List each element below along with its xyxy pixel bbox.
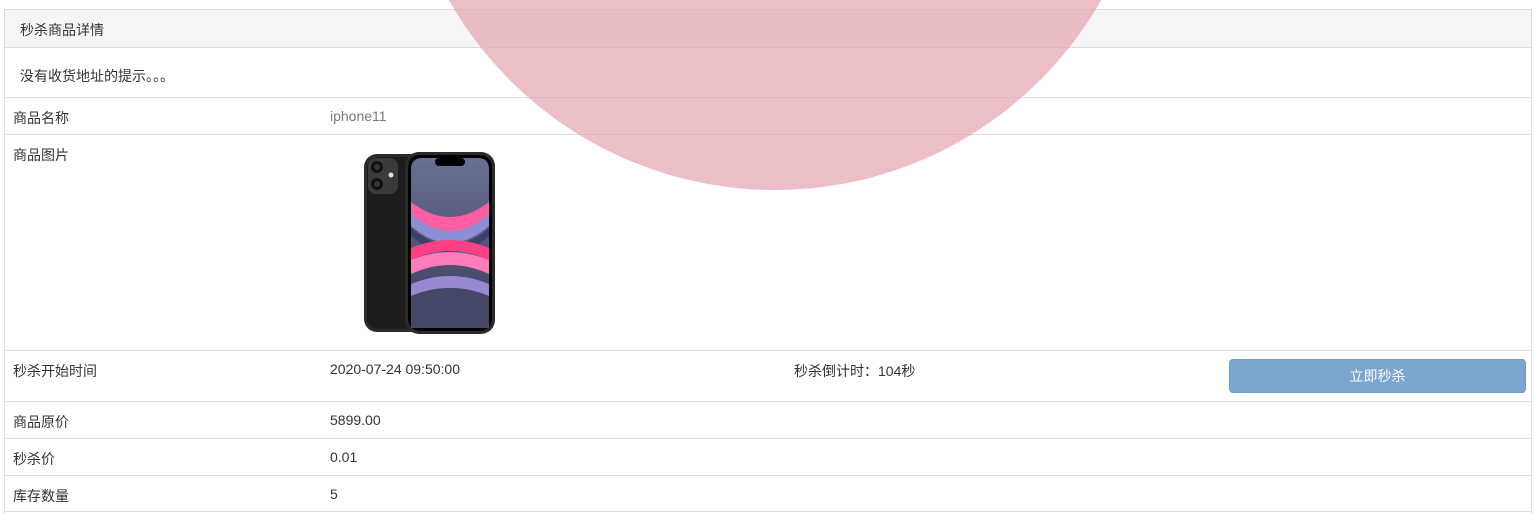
countdown-text: 秒杀倒计时：104秒 [794, 363, 916, 379]
table-row-seckill-price: 秒杀价 0.01 [5, 439, 1531, 476]
seckill-price-value: 0.01 [330, 449, 358, 465]
stock-value: 5 [330, 486, 338, 502]
table-row-original-price: 商品原价 5899.00 [5, 402, 1531, 439]
start-time-value: 2020-07-24 09:50:00 [330, 361, 460, 377]
goods-name-value: iphone11 [330, 108, 387, 124]
table-row-name: 商品名称 iphone11 [5, 98, 1531, 135]
phone-product-image [363, 152, 495, 334]
row-label: 商品名称 [13, 110, 69, 126]
row-label: 秒杀价 [13, 451, 55, 467]
seckill-detail-panel: 秒杀商品详情 没有收货地址的提示。。。 商品名称 iphone11 商品图片 秒… [4, 9, 1532, 514]
row-label: 商品图片 [13, 147, 69, 163]
no-address-notice: 没有收货地址的提示。。。 [5, 48, 1531, 98]
table-row-stock: 库存数量 5 [5, 476, 1531, 512]
seckill-button[interactable]: 立即秒杀 [1229, 359, 1526, 393]
original-price-value: 5899.00 [330, 412, 381, 428]
panel-heading: 秒杀商品详情 [5, 10, 1531, 48]
table-row-image: 商品图片 [5, 135, 1531, 351]
row-label: 库存数量 [13, 488, 69, 504]
row-label: 商品原价 [13, 414, 69, 430]
table-row-start-time: 秒杀开始时间 2020-07-24 09:50:00 秒杀倒计时：104秒 立即… [5, 351, 1531, 402]
row-label: 秒杀开始时间 [13, 363, 97, 379]
